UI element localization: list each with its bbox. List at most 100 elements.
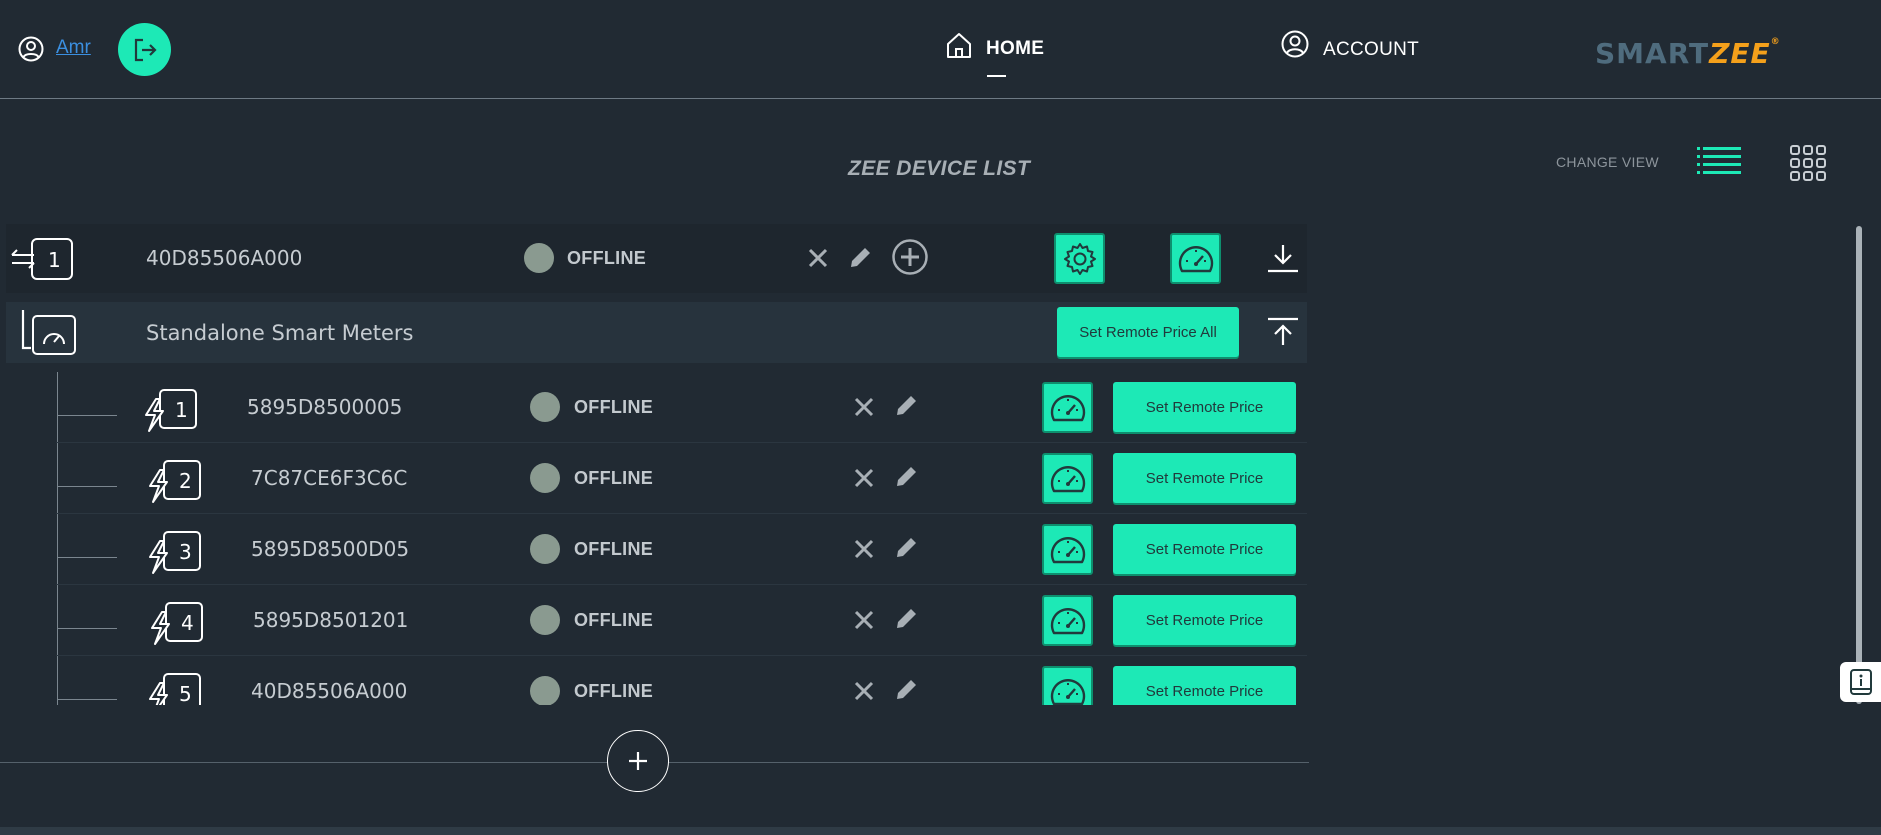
gateway-id: 40D85506A000: [146, 246, 303, 270]
smart-meter-icon: [146, 529, 204, 580]
meter-status: OFFLINE: [574, 539, 654, 559]
edit-icon[interactable]: [848, 244, 874, 275]
tree-branch-line: [57, 557, 117, 558]
grid-view-icon[interactable]: [1790, 145, 1826, 186]
meter-number: 3: [179, 540, 192, 564]
download-icon[interactable]: [1266, 242, 1300, 279]
meter-reading-button[interactable]: [1042, 524, 1093, 575]
delete-icon[interactable]: [852, 679, 876, 705]
tree-branch-line: [57, 415, 117, 416]
meter-reading-button[interactable]: [1042, 666, 1093, 705]
set-remote-price-all-button[interactable]: Set Remote Price All: [1057, 307, 1239, 357]
change-view-label: CHANGE VIEW: [1556, 154, 1659, 170]
delete-icon[interactable]: [806, 246, 830, 275]
add-circle-icon[interactable]: [891, 238, 929, 281]
delete-icon[interactable]: [852, 395, 876, 424]
meter-reading-button[interactable]: [1042, 453, 1093, 504]
delete-icon[interactable]: [852, 608, 876, 637]
meter-row[interactable]: 2 7C87CE6F3C6C OFFLINE Set Remote Price: [56, 443, 1307, 514]
meter-reading-button[interactable]: [1042, 382, 1093, 433]
gear-icon: [1063, 242, 1096, 275]
page-title: ZEE DEVICE LIST: [848, 157, 1031, 180]
home-icon[interactable]: [945, 31, 973, 64]
set-remote-price-button[interactable]: Set Remote Price: [1113, 595, 1296, 645]
list-view-icon[interactable]: [1697, 145, 1741, 182]
nav-account-link[interactable]: ACCOUNT: [1323, 39, 1419, 61]
meter-id: 5895D8501201: [253, 608, 409, 632]
meter-number: 1: [175, 398, 188, 422]
user-name-link[interactable]: Amr: [56, 37, 91, 59]
account-icon[interactable]: [1281, 30, 1309, 63]
info-button[interactable]: [1840, 662, 1881, 702]
meter-status: OFFLINE: [574, 468, 654, 488]
speedometer-icon: [1050, 536, 1085, 563]
smartzee-logo: SMARTZEE®: [1595, 37, 1781, 70]
speedometer-icon: [1178, 245, 1213, 272]
meter-number: 5: [179, 682, 192, 705]
edit-icon[interactable]: [894, 676, 920, 705]
meter-id: 5895D8500D05: [251, 537, 410, 561]
delete-icon[interactable]: [852, 537, 876, 566]
status-indicator: [530, 605, 560, 635]
meter-id: 40D85506A000: [251, 679, 408, 703]
set-remote-price-button[interactable]: Set Remote Price: [1113, 666, 1296, 705]
status-indicator: [530, 676, 560, 705]
nav-home-link[interactable]: HOME: [986, 38, 1044, 60]
speedometer-icon: [1050, 607, 1085, 634]
edit-icon[interactable]: [894, 392, 920, 423]
speedometer-icon: [1050, 678, 1085, 705]
meter-id: 7C87CE6F3C6C: [251, 466, 408, 490]
status-indicator: [530, 534, 560, 564]
tree-branch-line: [57, 699, 117, 700]
meter-reading-button[interactable]: [1042, 595, 1093, 646]
gateway-status: OFFLINE: [567, 248, 647, 268]
meter-row[interactable]: 3 5895D8500D05 OFFLINE Set Remote Price: [56, 514, 1307, 585]
status-indicator: [530, 392, 560, 422]
tree-branch-line: [57, 486, 117, 487]
standalone-meters-row[interactable]: Standalone Smart Meters Set Remote Price…: [6, 302, 1307, 363]
set-remote-price-button[interactable]: Set Remote Price: [1113, 453, 1296, 503]
gateway-settings-button[interactable]: [1054, 233, 1105, 284]
gateway-row[interactable]: 1 40D85506A000 OFFLINE: [6, 224, 1307, 293]
logout-icon: [134, 38, 157, 61]
edit-icon[interactable]: [894, 534, 920, 565]
delete-icon[interactable]: [852, 466, 876, 495]
top-header: Amr HOME ACCOUNT SMARTZEE®: [0, 0, 1881, 99]
meter-number: 4: [181, 611, 194, 635]
scrollbar[interactable]: [1856, 226, 1862, 704]
meter-row[interactable]: 4 5895D8501201 OFFLINE Set Remote Price: [56, 585, 1307, 656]
standalone-label: Standalone Smart Meters: [146, 321, 414, 345]
smart-meter-icon: [146, 458, 204, 509]
standalone-meter-icon: [18, 308, 82, 361]
plus-icon: [629, 752, 647, 770]
meter-status: OFFLINE: [574, 681, 654, 701]
bottom-bar: [0, 827, 1881, 835]
status-indicator: [524, 243, 554, 273]
speedometer-icon: [1050, 394, 1085, 421]
gateway-number: 1: [48, 248, 61, 272]
add-device-button[interactable]: [607, 730, 669, 792]
meter-status: OFFLINE: [574, 397, 654, 417]
edit-icon[interactable]: [894, 463, 920, 494]
nav-active-indicator: [987, 75, 1006, 77]
meter-row[interactable]: 5 40D85506A000 OFFLINE Set Remote Price: [56, 656, 1307, 705]
gateway-meter-button[interactable]: [1170, 233, 1221, 284]
gateway-icon: [10, 236, 76, 287]
meter-status: OFFLINE: [574, 610, 654, 630]
info-book-icon: [1850, 669, 1872, 695]
smart-meter-icon: [142, 387, 200, 438]
upload-icon[interactable]: [1266, 316, 1300, 353]
user-icon: [18, 36, 44, 67]
tree-branch-line: [57, 628, 117, 629]
set-remote-price-button[interactable]: Set Remote Price: [1113, 524, 1296, 574]
logout-button[interactable]: [118, 23, 171, 76]
smart-meter-icon: [146, 671, 204, 705]
meter-id: 5895D8500005: [247, 395, 403, 419]
smart-meter-icon: [148, 600, 206, 651]
set-remote-price-button[interactable]: Set Remote Price: [1113, 382, 1296, 432]
meter-number: 2: [179, 469, 192, 493]
edit-icon[interactable]: [894, 605, 920, 636]
speedometer-icon: [1050, 465, 1085, 492]
meter-row[interactable]: 1 5895D8500005 OFFLINE Set Remote Price: [56, 372, 1307, 443]
status-indicator: [530, 463, 560, 493]
